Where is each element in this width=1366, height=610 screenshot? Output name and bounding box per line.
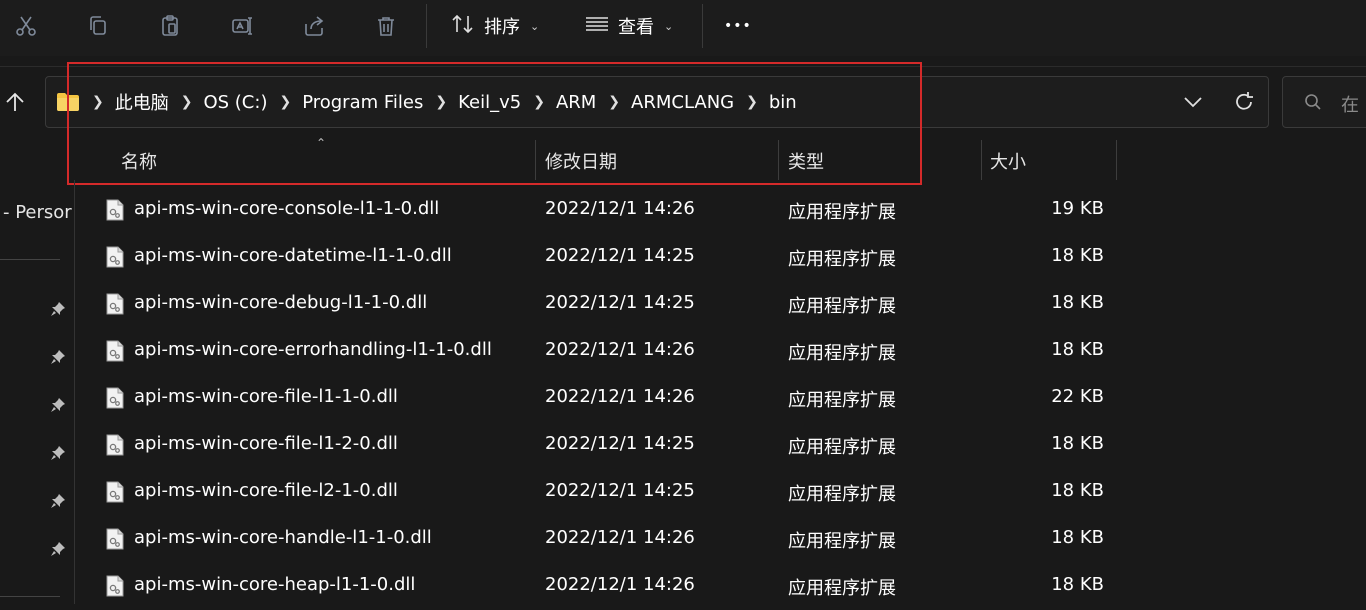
file-modified-date: 2022/12/1 14:26 xyxy=(545,386,695,407)
arrow-up-icon xyxy=(6,92,24,111)
sort-icon xyxy=(450,12,476,41)
file-name: api-ms-win-core-debug-l1-1-0.dll xyxy=(134,292,428,313)
column-divider[interactable] xyxy=(1116,140,1117,180)
file-name: api-ms-win-core-errorhandling-l1-1-0.dll xyxy=(134,339,492,360)
nav-item-personal[interactable]: - Persor xyxy=(3,202,72,223)
pin-icon[interactable] xyxy=(50,301,66,317)
view-button[interactable]: 查看 ⌄ xyxy=(584,8,673,44)
pin-icon[interactable] xyxy=(50,493,66,509)
address-history-button[interactable] xyxy=(1182,92,1204,116)
file-name: api-ms-win-core-file-l1-2-0.dll xyxy=(134,433,398,454)
file-modified-date: 2022/12/1 14:25 xyxy=(545,480,695,501)
file-row[interactable]: api-ms-win-core-file-l2-1-0.dll 2022/12/… xyxy=(76,469,1366,516)
file-modified-date: 2022/12/1 14:25 xyxy=(545,433,695,454)
cut-icon[interactable] xyxy=(8,8,44,44)
file-row[interactable]: api-ms-win-core-file-l1-2-0.dll 2022/12/… xyxy=(76,422,1366,469)
sort-label: 排序 xyxy=(484,17,520,38)
dll-file-icon xyxy=(106,575,124,597)
file-size: 19 KB xyxy=(1051,198,1104,219)
file-name: api-ms-win-core-handle-l1-1-0.dll xyxy=(134,527,432,548)
file-name: api-ms-win-core-file-l2-1-0.dll xyxy=(134,480,398,501)
sort-button[interactable]: 排序 ⌄ xyxy=(450,8,539,44)
file-size: 18 KB xyxy=(1051,245,1104,266)
file-type: 应用程序扩展 xyxy=(788,202,896,223)
nav-separator xyxy=(0,596,60,597)
refresh-button[interactable] xyxy=(1233,90,1255,118)
chevron-down-icon xyxy=(1184,97,1202,108)
file-type: 应用程序扩展 xyxy=(788,531,896,552)
toolbar-separator xyxy=(426,4,427,48)
chevron-down-icon: ⌄ xyxy=(664,19,674,33)
more-icon: ••• xyxy=(724,18,752,34)
rename-icon[interactable] xyxy=(224,8,260,44)
dll-file-icon xyxy=(106,340,124,362)
dll-file-icon xyxy=(106,481,124,503)
refresh-icon xyxy=(1236,92,1253,110)
pin-icon[interactable] xyxy=(50,397,66,413)
file-name: api-ms-win-core-file-l1-1-0.dll xyxy=(134,386,398,407)
file-size: 18 KB xyxy=(1051,433,1104,454)
file-size: 18 KB xyxy=(1051,574,1104,595)
file-row[interactable]: api-ms-win-core-debug-l1-1-0.dll 2022/12… xyxy=(76,281,1366,328)
copy-icon[interactable] xyxy=(80,8,116,44)
file-modified-date: 2022/12/1 14:26 xyxy=(545,574,695,595)
pin-icon[interactable] xyxy=(50,349,66,365)
file-row[interactable]: api-ms-win-core-handle-l1-1-0.dll 2022/1… xyxy=(76,516,1366,563)
file-size: 18 KB xyxy=(1051,339,1104,360)
file-type: 应用程序扩展 xyxy=(788,296,896,317)
file-size: 18 KB xyxy=(1051,292,1104,313)
file-type: 应用程序扩展 xyxy=(788,578,896,599)
pin-icon[interactable] xyxy=(50,445,66,461)
file-size: 18 KB xyxy=(1051,527,1104,548)
file-size: 18 KB xyxy=(1051,480,1104,501)
dll-file-icon xyxy=(106,293,124,315)
file-modified-date: 2022/12/1 14:26 xyxy=(545,527,695,548)
file-name: api-ms-win-core-heap-l1-1-0.dll xyxy=(134,574,416,595)
pin-icon[interactable] xyxy=(50,541,66,557)
file-modified-date: 2022/12/1 14:25 xyxy=(545,292,695,313)
nav-pane-divider[interactable] xyxy=(74,180,75,604)
file-name: api-ms-win-core-datetime-l1-1-0.dll xyxy=(134,245,452,266)
more-options-button[interactable]: ••• xyxy=(724,8,752,44)
view-label: 查看 xyxy=(618,17,654,38)
file-row[interactable]: api-ms-win-core-console-l1-1-0.dll 2022/… xyxy=(76,187,1366,234)
dll-file-icon xyxy=(106,246,124,268)
dll-file-icon xyxy=(106,434,124,456)
paste-icon[interactable] xyxy=(152,8,188,44)
file-modified-date: 2022/12/1 14:25 xyxy=(545,245,695,266)
chevron-down-icon: ⌄ xyxy=(530,19,540,33)
search-placeholder: 在 xyxy=(1341,95,1359,116)
file-row[interactable]: api-ms-win-core-errorhandling-l1-1-0.dll… xyxy=(76,328,1366,375)
dll-file-icon xyxy=(106,528,124,550)
nav-separator xyxy=(0,259,60,260)
file-type: 应用程序扩展 xyxy=(788,390,896,411)
column-header-size[interactable]: 大小 xyxy=(990,148,1026,174)
dll-file-icon xyxy=(106,387,124,409)
command-bar: 排序 ⌄ 查看 ⌄ ••• xyxy=(0,0,1366,56)
file-type: 应用程序扩展 xyxy=(788,343,896,364)
file-row[interactable]: api-ms-win-core-datetime-l1-1-0.dll 2022… xyxy=(76,234,1366,281)
file-modified-date: 2022/12/1 14:26 xyxy=(545,198,695,219)
file-modified-date: 2022/12/1 14:26 xyxy=(545,339,695,360)
toolbar-separator xyxy=(702,4,703,48)
column-divider[interactable] xyxy=(981,140,982,180)
file-type: 应用程序扩展 xyxy=(788,437,896,458)
up-button[interactable] xyxy=(0,84,30,120)
annotation-highlight-box xyxy=(67,62,922,185)
file-name: api-ms-win-core-console-l1-1-0.dll xyxy=(134,198,440,219)
delete-icon[interactable] xyxy=(368,8,404,44)
file-type: 应用程序扩展 xyxy=(788,249,896,270)
file-size: 22 KB xyxy=(1051,386,1104,407)
dll-file-icon xyxy=(106,199,124,221)
share-icon[interactable] xyxy=(296,8,332,44)
file-type: 应用程序扩展 xyxy=(788,484,896,505)
view-icon xyxy=(584,12,610,41)
file-row[interactable]: api-ms-win-core-file-l1-1-0.dll 2022/12/… xyxy=(76,375,1366,422)
file-row[interactable]: api-ms-win-core-heap-l1-1-0.dll 2022/12/… xyxy=(76,563,1366,610)
search-icon xyxy=(1304,93,1322,115)
